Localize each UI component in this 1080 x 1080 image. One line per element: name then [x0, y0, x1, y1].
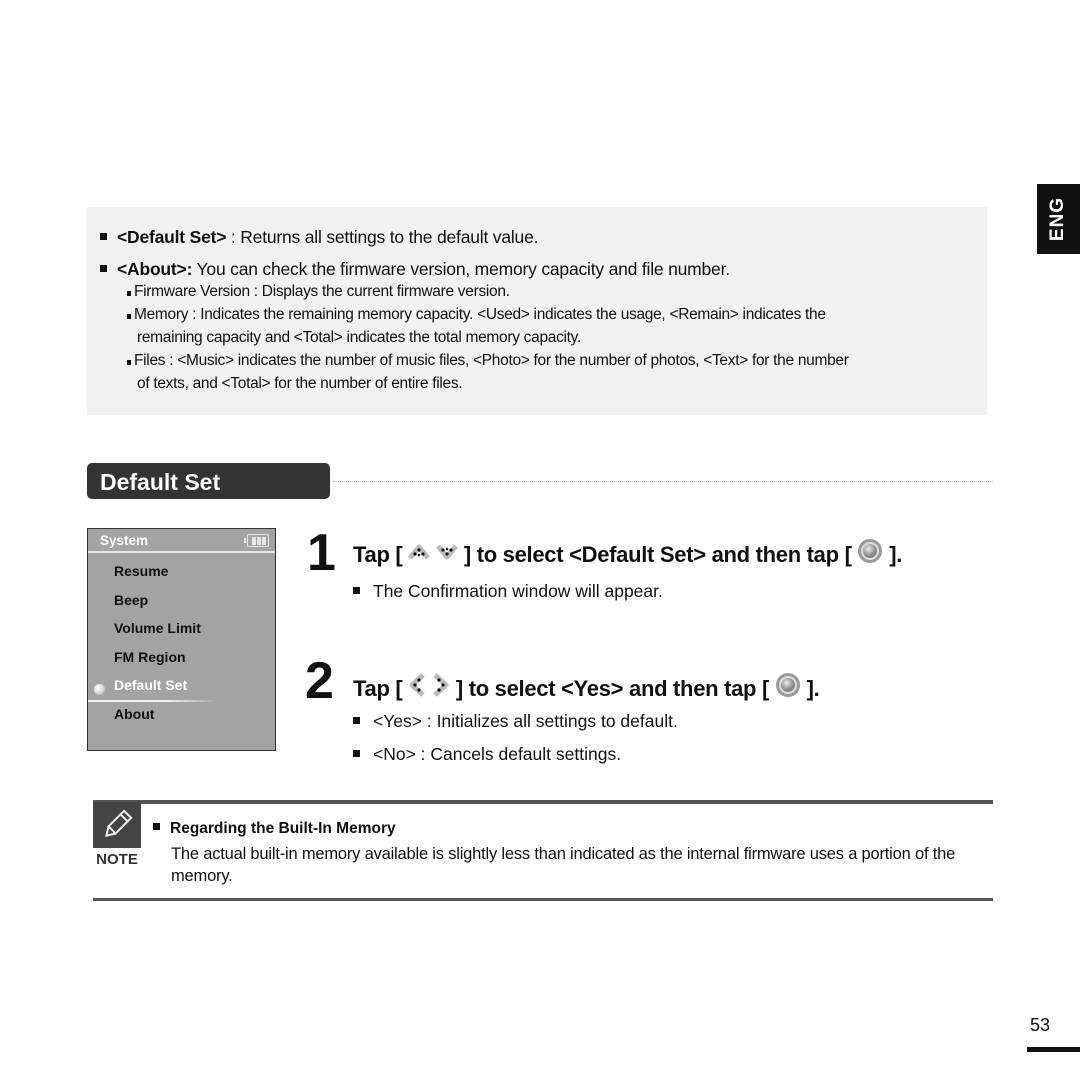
bullet-square [100, 264, 107, 272]
pencil-icon [93, 802, 141, 848]
note-top-rule [93, 800, 993, 804]
bullet-square [353, 749, 360, 757]
language-label: ENG [1047, 196, 1069, 242]
menu-item-beep: Beep [114, 592, 149, 608]
device-header: System [88, 529, 275, 553]
page-number-rule [1027, 1047, 1080, 1052]
info-box: <Default Set> : Returns all settings to … [87, 207, 987, 415]
sub-item-memory-cont: remaining capacity and <Total> indicates… [137, 329, 581, 346]
step-text: ]. [889, 541, 903, 567]
info-item-default-set: <Default Set> : Returns all settings to … [100, 227, 538, 248]
info-item-about: <About>: You can check the firmware vers… [100, 259, 730, 280]
menu-item-fm-region: FM Region [114, 649, 186, 665]
step-text: Tap [ [353, 675, 403, 701]
bullet-dot [127, 360, 131, 365]
sub-item-text: Files : <Music> indicates the number of … [134, 352, 849, 369]
note-heading-text: Regarding the Built-In Memory [170, 820, 396, 837]
sub-item-files: Files : <Music> indicates the number of … [127, 352, 849, 370]
bullet-square [353, 716, 360, 724]
info-text: You can check the firmware version, memo… [192, 259, 731, 279]
bullet-text: <Yes> : Initializes all settings to defa… [373, 711, 678, 731]
step-text: ]. [806, 675, 820, 701]
note-heading: Regarding the Built-In Memory [153, 820, 396, 838]
selection-underline [88, 700, 218, 702]
bullet-square [100, 232, 107, 240]
select-button-icon [775, 672, 801, 704]
sub-item-text: Firmware Version : Displays the current … [134, 283, 510, 300]
sub-item-files-cont: of texts, and <Total> for the number of … [137, 375, 463, 392]
step-text: ] to select <Default Set> and then tap [ [463, 541, 852, 567]
section-title: Default Set [87, 463, 330, 499]
down-arrow-icon [436, 541, 458, 567]
step-number-2: 2 [305, 652, 334, 710]
menu-item-volume-limit: Volume Limit [114, 620, 201, 636]
menu-item-resume: Resume [114, 563, 169, 579]
step-text: Tap [ [353, 541, 403, 567]
info-text: : Returns all settings to the default va… [226, 227, 539, 247]
note-bottom-rule [93, 898, 993, 901]
bullet-text: The Confirmation window will appear. [373, 581, 663, 601]
page-number: 53 [1030, 1015, 1051, 1035]
menu-item-about: About [114, 706, 155, 722]
step-2-bullet-yes: <Yes> : Initializes all settings to defa… [353, 711, 678, 732]
info-term: <About>: [117, 259, 193, 279]
step-number-1: 1 [307, 524, 336, 582]
selection-bullet-icon [94, 684, 105, 695]
select-button-icon [857, 538, 883, 570]
info-term: <Default Set> [117, 227, 227, 247]
up-arrow-icon [408, 541, 431, 567]
sub-item-text: Memory : Indicates the remaining memory … [134, 306, 826, 323]
device-title: System [100, 533, 149, 548]
note-body: The actual built-in memory available is … [171, 845, 956, 885]
step-text: ] to select <Yes> and then tap [ [455, 675, 770, 701]
bullet-dot [127, 291, 131, 296]
device-screen: System Resume Beep Volume Limit FM Regio… [87, 528, 276, 751]
sub-item-memory: Memory : Indicates the remaining memory … [127, 306, 826, 324]
language-tab: ENG [1037, 184, 1080, 254]
bullet-text: <No> : Cancels default settings. [373, 744, 622, 764]
step-1-bullet: The Confirmation window will appear. [353, 581, 663, 602]
step-2-instruction: Tap [ ] to select <Yes> and then tap [ ]… [353, 672, 820, 706]
bullet-dot [127, 314, 131, 319]
left-arrow-icon [408, 673, 426, 703]
battery-full-icon [244, 534, 269, 547]
bullet-square [353, 586, 360, 594]
dotted-divider [333, 481, 993, 482]
bullet-square [153, 823, 160, 831]
right-arrow-icon [432, 673, 450, 703]
menu-item-default-set: Default Set [114, 677, 188, 693]
step-2-bullet-no: <No> : Cancels default settings. [353, 744, 621, 765]
sub-item-firmware: Firmware Version : Displays the current … [127, 283, 510, 301]
step-1-instruction: Tap [ ] to select <Default Set> and then… [353, 538, 903, 572]
note-label: NOTE [96, 851, 138, 868]
